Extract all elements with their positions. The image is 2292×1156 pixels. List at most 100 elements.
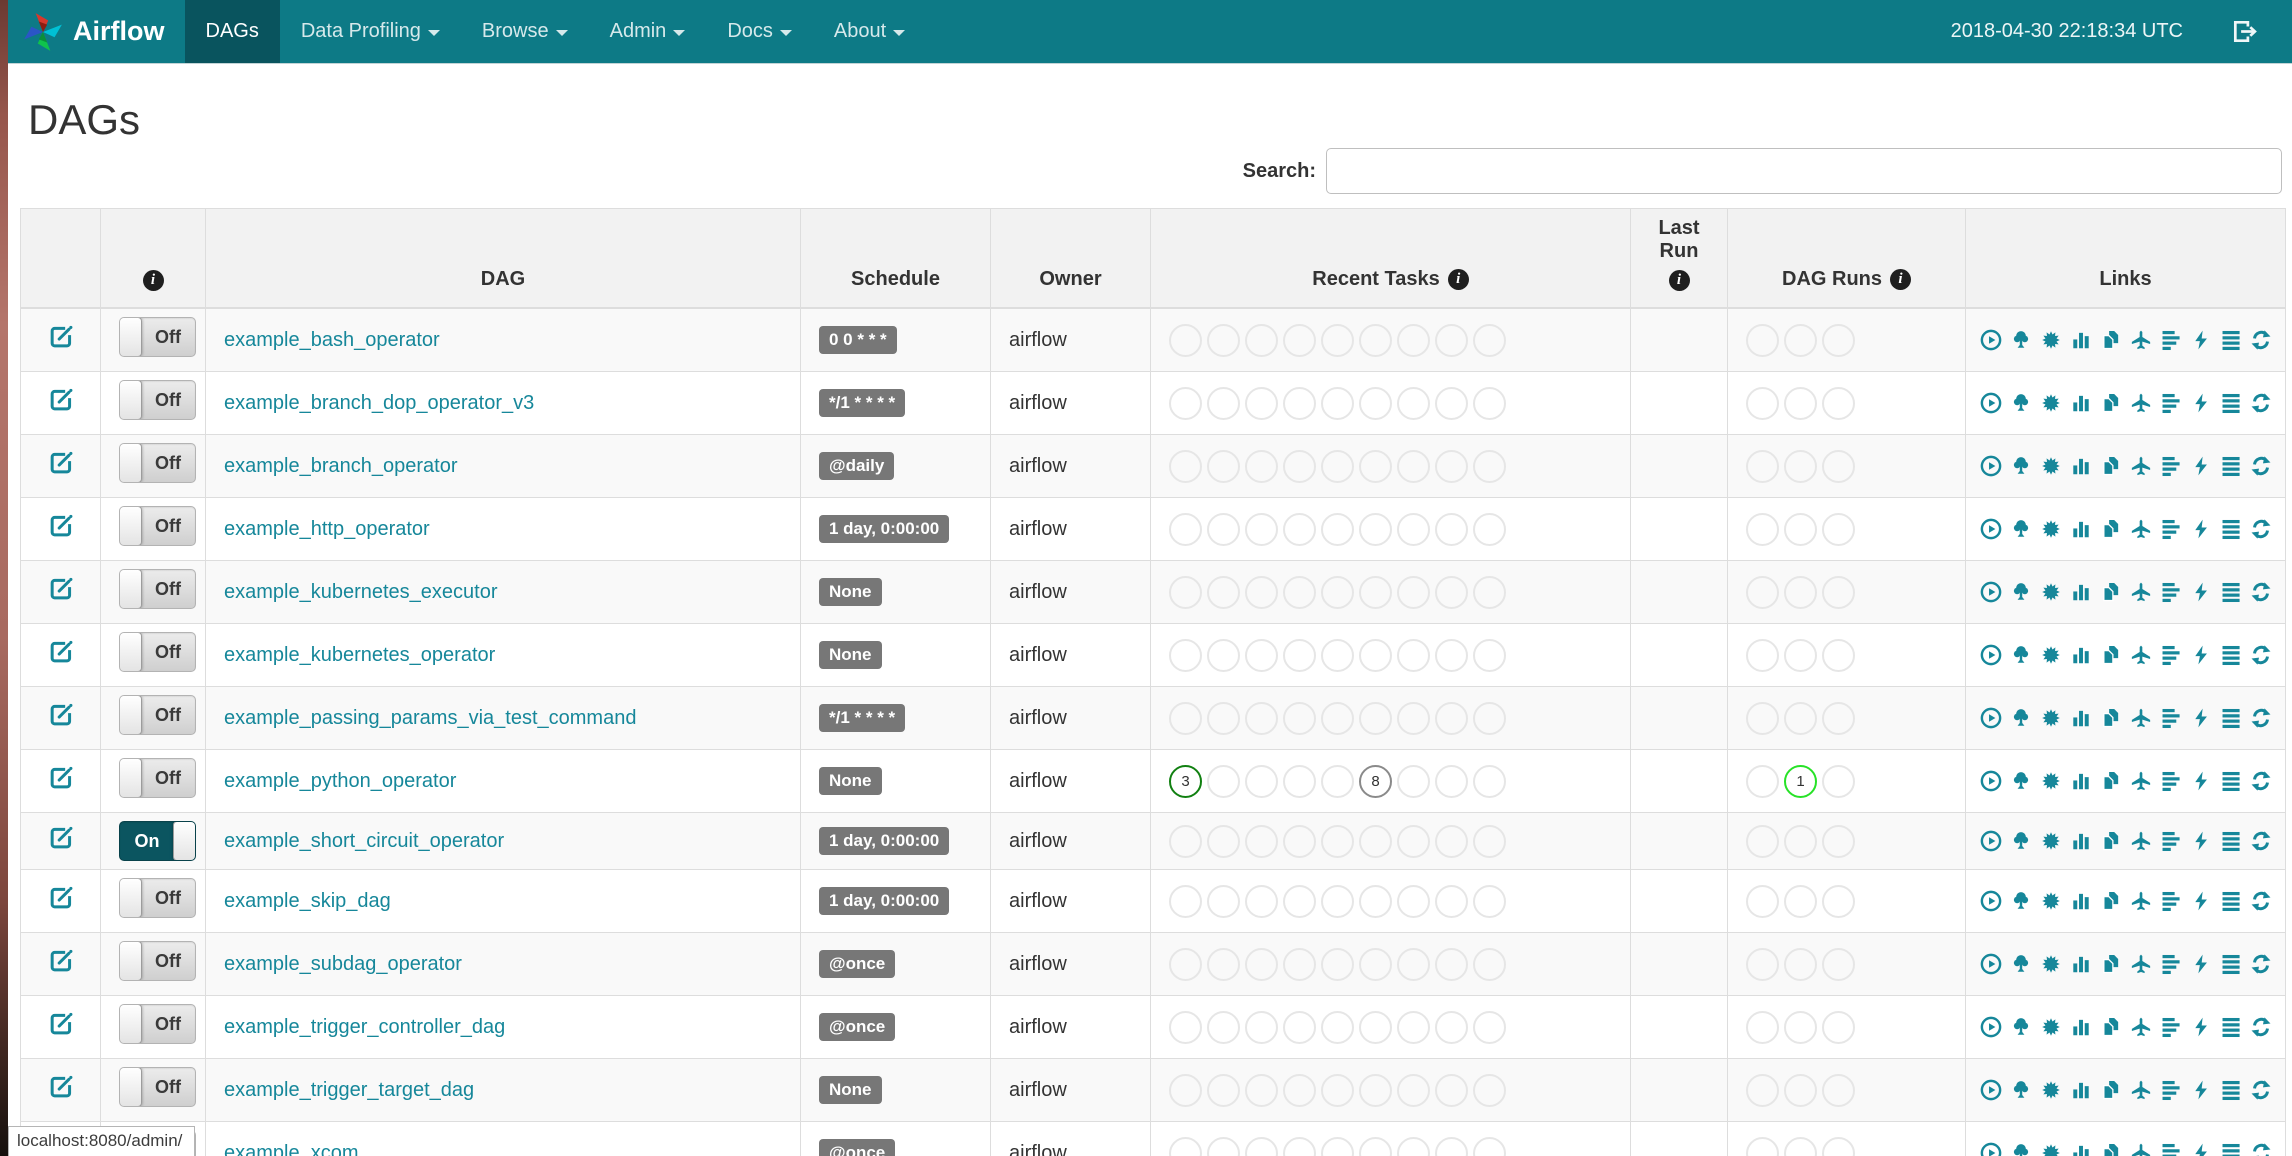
play-circle-icon[interactable] (1980, 707, 2002, 729)
gantt-icon[interactable] (2160, 518, 2182, 540)
gantt-icon[interactable] (2160, 455, 2182, 477)
dag-run-state-circle[interactable] (1822, 1136, 1855, 1156)
task-state-circle[interactable] (1321, 1073, 1354, 1107)
pause-toggle[interactable]: Off (119, 758, 196, 798)
gantt-icon[interactable] (2160, 392, 2182, 414)
refresh-icon[interactable] (2250, 1016, 2272, 1038)
edit-dag-icon[interactable] (48, 324, 74, 350)
dag-run-state-circle[interactable] (1746, 1136, 1779, 1156)
plane-icon[interactable] (2130, 707, 2152, 729)
search-input[interactable] (1326, 148, 2282, 194)
play-circle-icon[interactable] (1980, 644, 2002, 666)
dag-run-state-circle[interactable] (1822, 947, 1855, 981)
task-state-circle[interactable] (1397, 824, 1430, 858)
dag-run-state-circle[interactable]: 1 (1784, 764, 1817, 798)
dag-run-state-circle[interactable] (1784, 701, 1817, 735)
bar-chart-icon[interactable] (2070, 890, 2092, 912)
task-state-circle[interactable] (1245, 386, 1278, 420)
task-state-circle[interactable] (1397, 701, 1430, 735)
task-state-circle[interactable] (1169, 638, 1202, 672)
task-state-circle[interactable] (1207, 1136, 1240, 1156)
logout-icon[interactable] (2231, 18, 2258, 45)
plane-icon[interactable] (2130, 455, 2152, 477)
task-state-circle[interactable] (1435, 701, 1468, 735)
gantt-icon[interactable] (2160, 707, 2182, 729)
refresh-icon[interactable] (2250, 953, 2272, 975)
duplicate-icon[interactable] (2100, 953, 2122, 975)
task-state-circle[interactable] (1321, 638, 1354, 672)
tree-icon[interactable] (2010, 707, 2032, 729)
task-state-circle[interactable] (1245, 947, 1278, 981)
task-state-circle[interactable] (1397, 638, 1430, 672)
task-state-circle[interactable] (1473, 323, 1506, 357)
dag-run-state-circle[interactable] (1746, 323, 1779, 357)
task-state-circle[interactable] (1283, 764, 1316, 798)
pause-toggle[interactable]: On (119, 821, 196, 861)
task-state-circle[interactable] (1473, 701, 1506, 735)
dag-run-state-circle[interactable] (1822, 449, 1855, 483)
pause-toggle[interactable]: Off (119, 1067, 196, 1107)
edit-dag-icon[interactable] (48, 885, 74, 911)
edit-dag-icon[interactable] (48, 765, 74, 791)
refresh-icon[interactable] (2250, 1079, 2272, 1101)
dag-run-state-circle[interactable] (1784, 323, 1817, 357)
dag-run-state-circle[interactable] (1822, 884, 1855, 918)
edit-dag-icon[interactable] (48, 639, 74, 665)
task-state-circle[interactable] (1321, 824, 1354, 858)
bar-chart-icon[interactable] (2070, 329, 2092, 351)
dag-link[interactable]: example_trigger_controller_dag (224, 1016, 505, 1038)
gantt-icon[interactable] (2160, 581, 2182, 603)
edit-dag-icon[interactable] (48, 1011, 74, 1037)
bar-chart-icon[interactable] (2070, 770, 2092, 792)
refresh-icon[interactable] (2250, 518, 2272, 540)
play-circle-icon[interactable] (1980, 890, 2002, 912)
plane-icon[interactable] (2130, 392, 2152, 414)
duplicate-icon[interactable] (2100, 455, 2122, 477)
dag-link[interactable]: example_branch_operator (224, 455, 458, 477)
sunburst-icon[interactable] (2040, 1079, 2062, 1101)
dag-run-state-circle[interactable] (1822, 575, 1855, 609)
task-state-circle[interactable] (1245, 638, 1278, 672)
task-state-circle[interactable] (1473, 449, 1506, 483)
pause-toggle[interactable]: Off (119, 1004, 196, 1044)
refresh-icon[interactable] (2250, 707, 2272, 729)
task-state-circle[interactable] (1397, 1073, 1430, 1107)
dag-run-state-circle[interactable] (1822, 323, 1855, 357)
tree-icon[interactable] (2010, 770, 2032, 792)
task-state-circle[interactable] (1321, 1010, 1354, 1044)
play-circle-icon[interactable] (1980, 329, 2002, 351)
task-state-circle[interactable] (1321, 701, 1354, 735)
nav-item-docs[interactable]: Docs (706, 0, 813, 63)
task-state-circle[interactable] (1245, 884, 1278, 918)
tree-icon[interactable] (2010, 392, 2032, 414)
gantt-icon[interactable] (2160, 1142, 2182, 1156)
dag-link[interactable]: example_subdag_operator (224, 953, 462, 975)
dag-run-state-circle[interactable] (1746, 764, 1779, 798)
play-circle-icon[interactable] (1980, 953, 2002, 975)
dag-run-state-circle[interactable] (1784, 947, 1817, 981)
pause-toggle[interactable]: Off (119, 695, 196, 735)
task-state-circle[interactable] (1397, 323, 1430, 357)
plane-icon[interactable] (2130, 1142, 2152, 1156)
task-state-circle[interactable] (1321, 512, 1354, 546)
bolt-icon[interactable] (2190, 329, 2212, 351)
lines-icon[interactable] (2220, 392, 2242, 414)
plane-icon[interactable] (2130, 890, 2152, 912)
task-state-circle[interactable] (1283, 386, 1316, 420)
task-state-circle[interactable] (1359, 1136, 1392, 1156)
bolt-icon[interactable] (2190, 830, 2212, 852)
pause-toggle[interactable]: Off (119, 317, 196, 357)
lines-icon[interactable] (2220, 707, 2242, 729)
task-state-circle[interactable] (1397, 884, 1430, 918)
dag-run-state-circle[interactable] (1784, 512, 1817, 546)
sunburst-icon[interactable] (2040, 455, 2062, 477)
plane-icon[interactable] (2130, 830, 2152, 852)
dag-run-state-circle[interactable] (1822, 1073, 1855, 1107)
lines-icon[interactable] (2220, 890, 2242, 912)
lines-icon[interactable] (2220, 581, 2242, 603)
task-state-circle[interactable] (1473, 638, 1506, 672)
nav-item-dags[interactable]: DAGs (184, 0, 280, 63)
tree-icon[interactable] (2010, 644, 2032, 666)
task-state-circle[interactable] (1169, 512, 1202, 546)
task-state-circle[interactable] (1321, 1136, 1354, 1156)
